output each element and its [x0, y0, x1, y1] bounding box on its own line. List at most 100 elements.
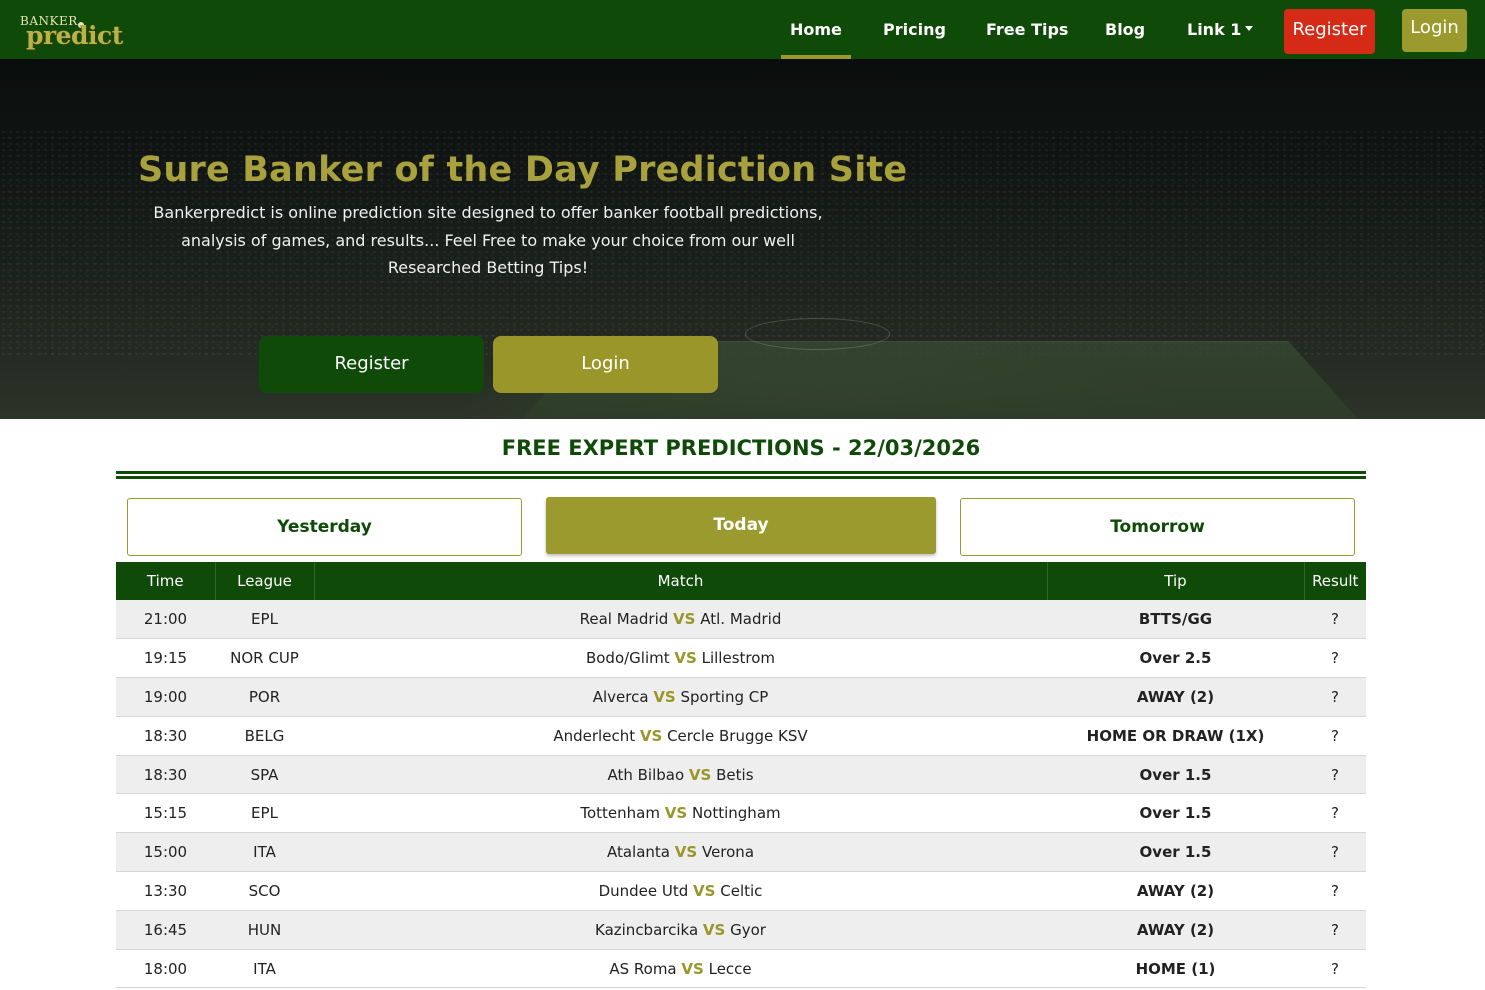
top-navbar: BANKER predict Home Pricing Free Tips Bl…	[0, 0, 1485, 59]
vs-label: VS	[664, 804, 688, 823]
league-cell: EPL	[215, 600, 314, 640]
column-header-tip: Tip	[1047, 562, 1305, 600]
predictions-table-body: 21:00 EPL Real Madrid VS Atl. Madrid BTTS/G…	[116, 600, 1366, 989]
away-team: Verona	[701, 843, 755, 862]
time-cell: 21:00	[116, 600, 215, 640]
league-cell: NOR CUP	[215, 638, 314, 679]
match-cell: Alverca VS Sporting CP	[314, 677, 1047, 717]
table-header-row: Time League Match Tip Result	[116, 562, 1366, 600]
match-cell: Ath Bilbao VS Betis	[314, 755, 1047, 795]
nav-pricing-link[interactable]: Pricing	[883, 0, 946, 59]
result-cell: ?	[1304, 832, 1366, 873]
match-cell: Bodo/Glimt VS Lillestrom	[314, 638, 1047, 679]
table-row: 15:15 EPL Tottenham VS Nottingham Over 1.5?	[116, 793, 1366, 834]
tip-cell: HOME OR DRAW (1X)	[1047, 716, 1304, 756]
home-team: Alverca	[592, 687, 649, 706]
table-row: 19:00 POR Alverca VS Sporting CP AWAY (2)?	[116, 677, 1366, 717]
home-team: Real Madrid	[579, 610, 669, 629]
away-team: Gyor	[730, 920, 766, 939]
vs-label: VS	[639, 726, 663, 745]
nav-home-link[interactable]: Home	[781, 0, 851, 59]
match-cell: Kazincbarcika VS Gyor	[314, 910, 1047, 950]
vs-label: VS	[653, 687, 676, 706]
away-team: Lecce	[708, 959, 752, 978]
tab-today[interactable]: Today	[546, 497, 936, 554]
away-team: Atl. Madrid	[700, 610, 782, 629]
result-cell: ?	[1304, 600, 1366, 640]
home-team: Dundee Utd	[598, 881, 689, 900]
vs-label: VS	[673, 610, 696, 629]
brand-logo[interactable]: BANKER predict	[18, 12, 123, 52]
league-cell: POR	[215, 677, 314, 717]
league-cell: EPL	[215, 793, 314, 834]
time-cell: 18:30	[116, 755, 215, 795]
result-cell: ?	[1304, 716, 1366, 756]
tip-cell: Over 1.5	[1047, 832, 1304, 873]
tip-cell: AWAY (2)	[1047, 910, 1304, 950]
hero-login-button[interactable]: Login	[493, 336, 718, 393]
vs-label: VS	[702, 920, 726, 939]
nav-register-button[interactable]: Register	[1284, 9, 1375, 54]
tip-cell: Over 1.5	[1047, 755, 1304, 795]
away-team: Celtic	[720, 881, 763, 900]
hero-register-button[interactable]: Register	[259, 336, 484, 393]
nav-link1-dropdown[interactable]: Link 1	[1187, 0, 1254, 59]
vs-label: VS	[681, 959, 704, 978]
match-cell: Tottenham VS Nottingham	[314, 793, 1047, 834]
tab-yesterday[interactable]: Yesterday	[127, 498, 522, 556]
home-team: Kazincbarcika	[595, 920, 699, 939]
table-row: 13:30 SCO Dundee Utd VS Celtic AWAY (2)?	[116, 871, 1366, 911]
table-row: 21:00 EPL Real Madrid VS Atl. Madrid BTTS/G…	[116, 600, 1366, 640]
logo-main-text: predict	[26, 21, 123, 50]
league-cell: ITA	[215, 949, 314, 989]
time-cell: 18:00	[116, 949, 215, 989]
league-cell: HUN	[215, 910, 314, 950]
home-team: Bodo/Glimt	[585, 649, 670, 668]
column-header-match: Match	[314, 562, 1048, 600]
result-cell: ?	[1304, 677, 1366, 717]
table-row: 16:45 HUN Kazincbarcika VS Gyor AWAY (2)?	[116, 910, 1366, 950]
home-team: Tottenham	[580, 804, 660, 823]
tip-cell: BTTS/GG	[1047, 600, 1304, 640]
time-cell: 19:00	[116, 677, 215, 717]
tab-tomorrow[interactable]: Tomorrow	[960, 498, 1355, 556]
tip-cell: AWAY (2)	[1047, 677, 1304, 717]
table-row: 19:15 NOR CUP Bodo/Glimt VS Lillestrom Over…	[116, 638, 1366, 679]
match-cell: Anderlecht VS Cercle Brugge KSV	[314, 716, 1047, 756]
match-cell: AS Roma VS Lecce	[314, 949, 1047, 989]
column-header-result: Result	[1304, 562, 1366, 600]
result-cell: ?	[1304, 793, 1366, 834]
tip-cell: HOME (1)	[1047, 949, 1304, 989]
title-divider	[116, 471, 1366, 479]
result-cell: ?	[1304, 910, 1366, 950]
away-team: Lillestrom	[701, 649, 776, 668]
league-cell: SCO	[215, 871, 314, 911]
home-team: Anderlecht	[553, 726, 636, 745]
hero-title: Sure Banker of the Day Prediction Site	[138, 150, 908, 190]
away-team: Nottingham	[691, 804, 781, 823]
result-cell: ?	[1304, 949, 1366, 989]
result-cell: ?	[1304, 755, 1366, 795]
time-cell: 15:00	[116, 832, 215, 873]
time-cell: 18:30	[116, 716, 215, 756]
away-team: Sporting CP	[680, 687, 769, 706]
column-header-league: League	[215, 562, 315, 600]
predictions-title: FREE EXPERT PREDICTIONS - 22/03/2026	[501, 436, 981, 460]
vs-label: VS	[674, 843, 698, 862]
column-header-time: Time	[116, 562, 216, 600]
result-cell: ?	[1304, 871, 1366, 911]
vs-label: VS	[674, 649, 697, 668]
time-cell: 13:30	[116, 871, 215, 911]
home-team: Ath Bilbao	[607, 765, 685, 784]
vs-label: VS	[693, 881, 716, 900]
league-cell: SPA	[215, 755, 314, 795]
table-row: 18:00 ITA AS Roma VS Lecce HOME (1)?	[116, 949, 1366, 989]
nav-login-button[interactable]: Login	[1402, 9, 1467, 52]
vs-label: VS	[688, 765, 712, 784]
nav-blog-link[interactable]: Blog	[1105, 0, 1145, 59]
result-cell: ?	[1304, 638, 1366, 679]
nav-free-tips-link[interactable]: Free Tips	[986, 0, 1068, 59]
table-row: 18:30 BELG Anderlecht VS Cercle Brugge KSV…	[116, 716, 1366, 756]
away-team: Cercle Brugge KSV	[667, 726, 808, 745]
tip-cell: Over 2.5	[1047, 638, 1304, 679]
